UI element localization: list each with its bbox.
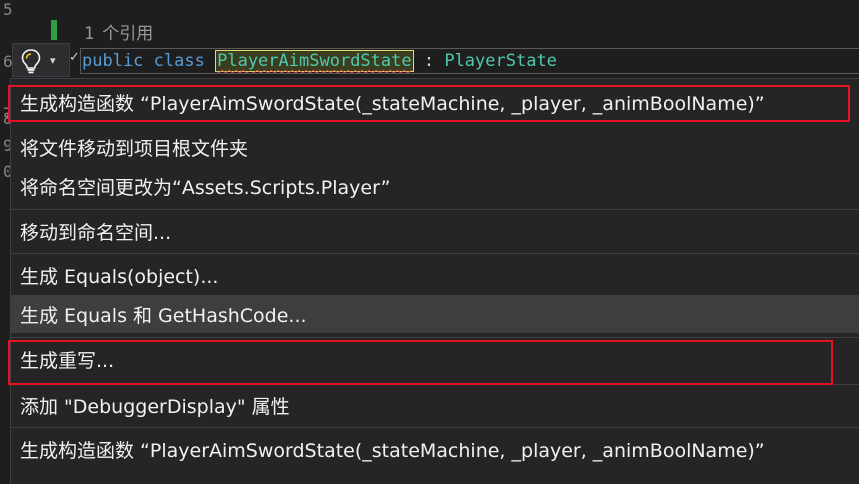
menu-item-label: 生成构造函数 “PlayerAimSwordState(_stateMachin…	[20, 439, 765, 462]
menu-item-label: 生成 Equals(object)...	[20, 265, 219, 288]
check-icon: ✓	[69, 50, 80, 65]
chevron-down-icon[interactable]: ▾	[50, 54, 56, 67]
menu-item-label: 将文件移动到项目根文件夹	[20, 137, 249, 160]
class-name-highlight[interactable]: PlayerAimSwordState	[215, 50, 414, 72]
colon: :	[423, 51, 435, 71]
menu-item-generate-overrides[interactable]: 生成重写...	[11, 340, 859, 378]
keyword-public: public	[82, 51, 144, 71]
quick-actions-button[interactable]: ▾	[12, 43, 70, 77]
menu-item-generate-constructor[interactable]: 生成构造函数 “PlayerAimSwordState(_stateMachin…	[11, 83, 859, 121]
menu-item-label: 生成 Equals 和 GetHashCode...	[20, 304, 307, 327]
menu-item-label: 移动到命名空间...	[20, 221, 172, 244]
menu-item-generate-constructor-2[interactable]: 生成构造函数 “PlayerAimSwordState(_stateMachin…	[11, 430, 859, 468]
menu-item-add-debugger-display[interactable]: 添加 "DebuggerDisplay" 属性	[11, 386, 859, 424]
menu-item-label: 将命名空间更改为“Assets.Scripts.Player”	[20, 176, 391, 199]
menu-item-move-to-namespace[interactable]: 移动到命名空间...	[11, 212, 859, 250]
change-indicator-bar	[51, 20, 57, 40]
menu-separator	[11, 209, 859, 210]
menu-item-label: 生成重写...	[20, 349, 115, 372]
keyword-class: class	[153, 51, 205, 71]
code-line[interactable]: public class PlayerAimSwordState : Playe…	[82, 49, 557, 73]
codelens-label: 个引用	[102, 24, 154, 44]
menu-separator	[11, 253, 859, 254]
menu-item-move-file-to-root[interactable]: 将文件移动到项目根文件夹	[11, 128, 859, 166]
menu-separator	[11, 427, 859, 428]
menu-item-label: 生成构造函数 “PlayerAimSwordState(_stateMachin…	[20, 92, 765, 115]
menu-item-label: 添加 "DebuggerDisplay" 属性	[20, 395, 290, 418]
line-number: 5	[3, 0, 13, 19]
menu-item-generate-equals[interactable]: 生成 Equals(object)...	[11, 256, 859, 294]
menu-item-generate-equals-gethashcode[interactable]: 生成 Equals 和 GetHashCode...	[11, 295, 859, 333]
menu-separator	[11, 384, 859, 385]
codelens-references[interactable]: 1 个引用	[84, 19, 153, 44]
codelens-count: 1	[84, 24, 95, 44]
lightbulb-icon	[19, 48, 43, 78]
base-class[interactable]: PlayerState	[444, 51, 557, 71]
quick-actions-menu: 生成构造函数 “PlayerAimSwordState(_stateMachin…	[10, 78, 859, 484]
menu-item-change-namespace[interactable]: 将命名空间更改为“Assets.Scripts.Player”	[11, 167, 859, 205]
menu-separator	[11, 337, 859, 338]
